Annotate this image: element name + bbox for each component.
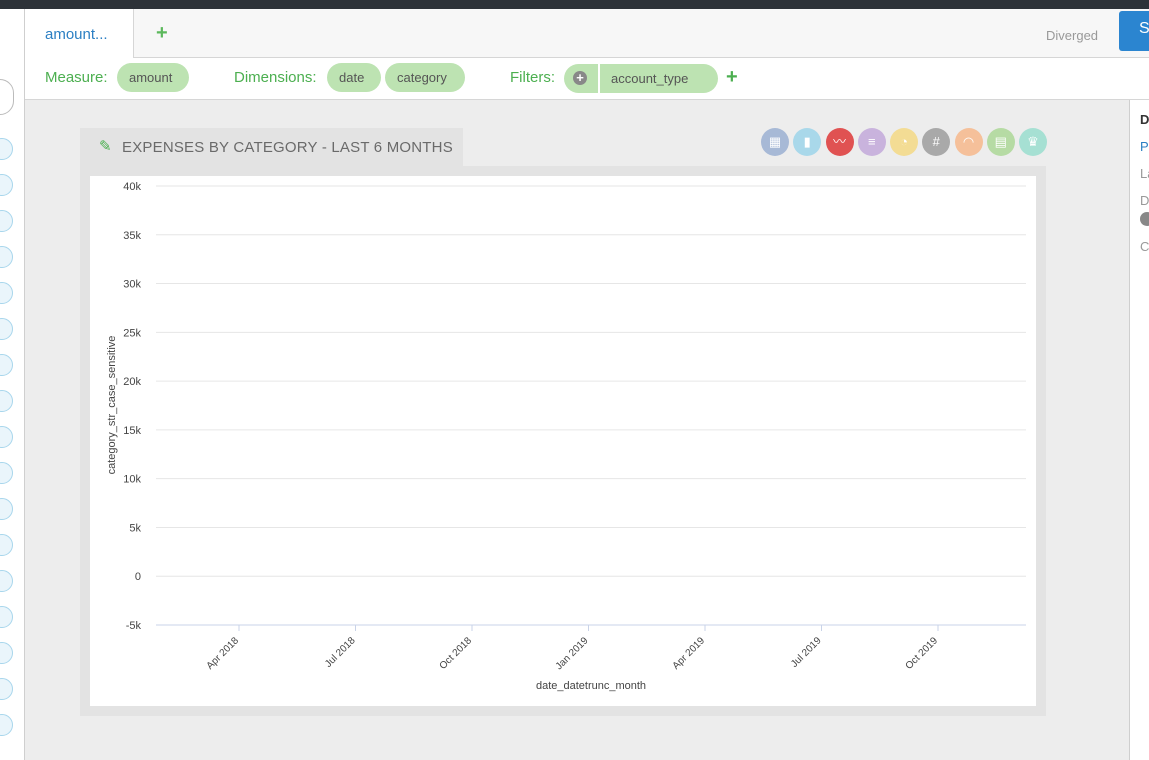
chart-svg: 40k 35k 30k 25k 20k 15k 10k 5k 0 -5k Apr 2018 Jul 2… [106,181,1026,692]
x-tick-label: Jul 2018 [323,635,358,670]
right-panel-link[interactable]: P [1140,139,1149,154]
add-filter-button[interactable]: + [726,66,738,89]
y-tick-label: 25k [123,327,141,339]
right-panel-item: D [1140,193,1149,208]
sidebar-item[interactable] [0,174,13,196]
info-icon[interactable] [1140,212,1149,226]
x-tick-label: Apr 2019 [671,635,708,672]
filter-toggle-button[interactable]: + [564,64,598,93]
chart-area: 40k 35k 30k 25k 20k 15k 10k 5k 0 -5k Apr 2018 Jul 2… [90,176,1036,706]
line-chart-icon[interactable]: 〰 [825,128,854,156]
sidebar-item[interactable] [0,714,13,736]
number-icon[interactable]: # [922,128,951,156]
gauge-icon[interactable]: ◔ [890,128,918,156]
add-tab-button[interactable]: + [156,23,168,43]
sidebar-item[interactable] [0,606,13,628]
sidebar-item[interactable] [0,426,13,448]
y-tick-label: 0 [135,571,141,583]
x-tick-label: Oct 2019 [904,635,941,672]
dimension-pill-category[interactable]: category [385,63,465,92]
y-tick-label: 35k [123,230,141,242]
y-tick-label: 30k [123,279,141,291]
tab-label: amount... [45,26,108,43]
right-panel-item: C [1140,239,1149,254]
save-button[interactable]: S [1119,11,1149,51]
x-axis-title: date_datetrunc_month [536,680,646,692]
right-panel-item: La [1140,166,1149,181]
right-panel: D P La D C [1129,100,1149,760]
x-tick-label: Apr 2018 [205,635,242,672]
sidebar-item[interactable] [0,390,13,412]
filters-label: Filters: [510,69,555,86]
save-button-label: S [1139,20,1149,37]
right-panel-heading: D [1140,112,1149,127]
sidebar-item[interactable] [0,354,13,376]
dimension-pill-date[interactable]: date [327,63,381,92]
y-tick-label: 5k [129,522,141,534]
y-tick-label: 40k [123,181,141,193]
sidebar-item[interactable] [0,642,13,664]
x-tick-label: Jan 2019 [554,635,591,672]
x-tick-label: Oct 2018 [438,635,475,672]
sidebar-item[interactable] [0,282,13,304]
x-tick-label: Jul 2019 [789,635,824,670]
speedometer-icon[interactable]: ◠ [954,128,983,156]
diverged-status: Diverged [1046,28,1099,43]
sidebar-item[interactable] [0,246,13,268]
y-tick-label: 15k [123,425,141,437]
y-tick-label: 10k [123,474,141,486]
sidebar-item[interactable] [0,318,13,340]
sidebar-item[interactable] [0,498,13,520]
plus-circle-icon: + [573,71,587,85]
horizontal-bar-icon[interactable]: ≡ [857,128,886,156]
measure-label: Measure: [45,69,108,86]
top-app-bar [0,0,1149,9]
sidebar-item[interactable] [0,138,13,160]
sidebar-item[interactable] [0,462,13,484]
y-axis-title: category_str_case_sensitive [106,336,118,475]
sidebar-item[interactable] [0,678,13,700]
bar-chart-icon[interactable]: ▮ [793,128,822,156]
query-bar: Measure: amount Dimensions: date categor… [25,58,1149,100]
measure-pill[interactable]: amount [117,63,189,92]
y-tick-label: -5k [126,620,142,632]
sidebar-search[interactable] [0,79,14,115]
pencil-icon[interactable]: ✎ [99,137,112,155]
left-sidebar [0,9,25,760]
chart-title: EXPENSES BY CATEGORY - LAST 6 MONTHS [122,139,453,156]
combo-icon[interactable]: ▤ [986,128,1015,156]
tab-amount[interactable]: amount... [25,9,134,58]
sidebar-item[interactable] [0,534,13,556]
table-icon[interactable]: ▦ [761,128,789,156]
chart-title-tab: ✎ EXPENSES BY CATEGORY - LAST 6 MONTHS [80,128,463,166]
dimensions-label: Dimensions: [234,69,317,86]
sidebar-item[interactable] [0,570,13,592]
tab-bar: amount... + Diverged S [25,9,1149,58]
y-tick-label: 20k [123,376,141,388]
sidebar-item[interactable] [0,210,13,232]
trophy-icon[interactable]: ♛ [1019,128,1047,156]
filter-pill-account-type[interactable]: account_type [600,64,718,93]
